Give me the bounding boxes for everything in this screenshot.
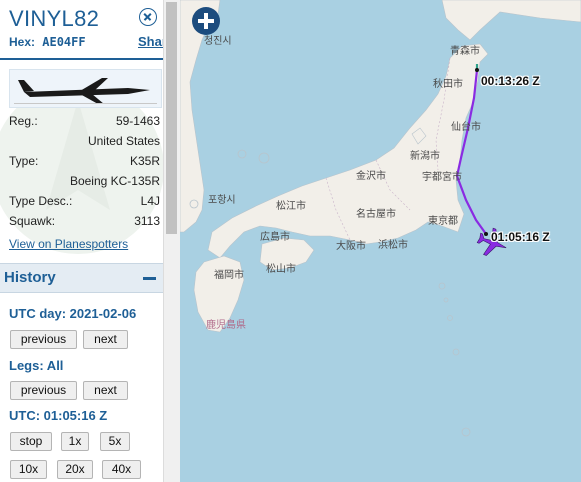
- map-label-matsue: 松江市: [276, 199, 306, 212]
- island: [258, 152, 270, 164]
- planespotters-link[interactable]: View on Planespotters: [9, 237, 128, 251]
- scrollbar-thumb[interactable]: [166, 2, 177, 234]
- squawk-row: Squawk: 3113: [9, 214, 160, 230]
- map-label-hamamatsu: 浜松市: [378, 238, 408, 251]
- island: [443, 297, 449, 303]
- island: [438, 282, 446, 290]
- utc-day-label: UTC day: 2021-02-06: [9, 306, 137, 321]
- aircraft-sidebar: VINYL82 Hex: AE04FF Share Reg.: 59-1463 …: [0, 0, 163, 482]
- island: [447, 315, 453, 321]
- map-label-kagoshima: 鹿児島県: [206, 318, 246, 331]
- leg-next-button[interactable]: next: [83, 381, 128, 400]
- map-label-hiroshima: 広島市: [260, 230, 290, 243]
- speed-5x-button[interactable]: 5x: [100, 432, 130, 451]
- history-title: History: [4, 269, 56, 286]
- day-next-button[interactable]: next: [83, 330, 128, 349]
- registration-row: Reg.: 59-1463: [9, 114, 160, 130]
- map-label-pohang: 포항시: [208, 194, 236, 206]
- type-label: Type:: [9, 154, 39, 168]
- share-link[interactable]: Share: [138, 34, 163, 49]
- history-section-header[interactable]: History: [0, 263, 163, 293]
- country-value: United States: [87, 134, 160, 148]
- type-desc-value: L4J: [140, 194, 160, 208]
- track-start-timestamp: 00:13:26 Z: [481, 74, 540, 88]
- map-label-niigata: 新潟市: [410, 149, 440, 162]
- map-label-utsunomiya: 宇都宮市: [422, 170, 462, 183]
- day-previous-button[interactable]: previous: [10, 330, 77, 349]
- track-end-marker: [484, 232, 488, 236]
- map-label-matsuyama: 松山市: [266, 262, 296, 275]
- map-label-kanazawa: 金沢市: [356, 169, 386, 182]
- type-value: K35R: [129, 154, 160, 168]
- hex-label: Hex:: [9, 35, 36, 49]
- map-label-nagoya: 名古屋市: [356, 207, 396, 220]
- type-desc-label: Type Desc.:: [9, 194, 73, 208]
- map-label-osaka: 大阪市: [336, 239, 366, 252]
- leg-previous-button[interactable]: previous: [10, 381, 77, 400]
- sidebar-scrollbar[interactable]: [163, 0, 180, 482]
- country-row: United States: [9, 134, 160, 150]
- squawk-label: Squawk:: [9, 214, 56, 228]
- callsign-title: VINYL82: [9, 6, 100, 31]
- close-icon[interactable]: [139, 8, 157, 26]
- collapse-icon[interactable]: [143, 277, 156, 280]
- registration-label: Reg.:: [9, 114, 38, 128]
- type-name-row: Boeing KC-135R: [9, 174, 160, 190]
- hex-row: Hex: AE04FF: [9, 35, 86, 49]
- island: [237, 149, 247, 159]
- speed-10x-button[interactable]: 10x: [10, 460, 47, 479]
- type-name-value: Boeing KC-135R: [69, 174, 160, 188]
- map-label-cheongjin: 청진시: [204, 35, 232, 47]
- speed-40x-button[interactable]: 40x: [102, 460, 141, 479]
- map-label-akita: 秋田市: [433, 77, 463, 90]
- squawk-value: 3113: [134, 214, 160, 228]
- track-end-timestamp: 01:05:16 Z: [491, 230, 550, 244]
- legs-label: Legs: All: [9, 358, 64, 373]
- island: [461, 427, 471, 437]
- type-row: Type: K35R: [9, 154, 160, 170]
- island: [452, 348, 460, 356]
- map-label-tokyo: 東京都: [428, 214, 458, 227]
- track-start-marker: [475, 68, 479, 72]
- utc-time-label: UTC: 01:05:16 Z: [9, 408, 108, 423]
- registration-value: 59-1463: [115, 114, 160, 128]
- type-desc-row: Type Desc.: L4J: [9, 194, 160, 210]
- kc135-silhouette-icon: [14, 78, 157, 104]
- map-label-aomori: 青森市: [450, 44, 480, 57]
- zoom-in-icon[interactable]: [192, 7, 220, 35]
- map-view[interactable]: 청진시 青森市 秋田市 仙台市 新潟市 宇都宮市 金沢市 松江市 포항시 名古屋…: [180, 0, 581, 482]
- speed-20x-button[interactable]: 20x: [57, 460, 93, 479]
- hokkaido-landmass: [441, 0, 581, 41]
- map-label-fukuoka: 福岡市: [214, 268, 244, 281]
- aircraft-photo[interactable]: [9, 69, 162, 108]
- stop-button[interactable]: stop: [10, 432, 52, 451]
- hex-value: AE04FF: [42, 35, 86, 49]
- map-label-sendai: 仙台市: [451, 120, 481, 133]
- speed-1x-button[interactable]: 1x: [61, 432, 89, 451]
